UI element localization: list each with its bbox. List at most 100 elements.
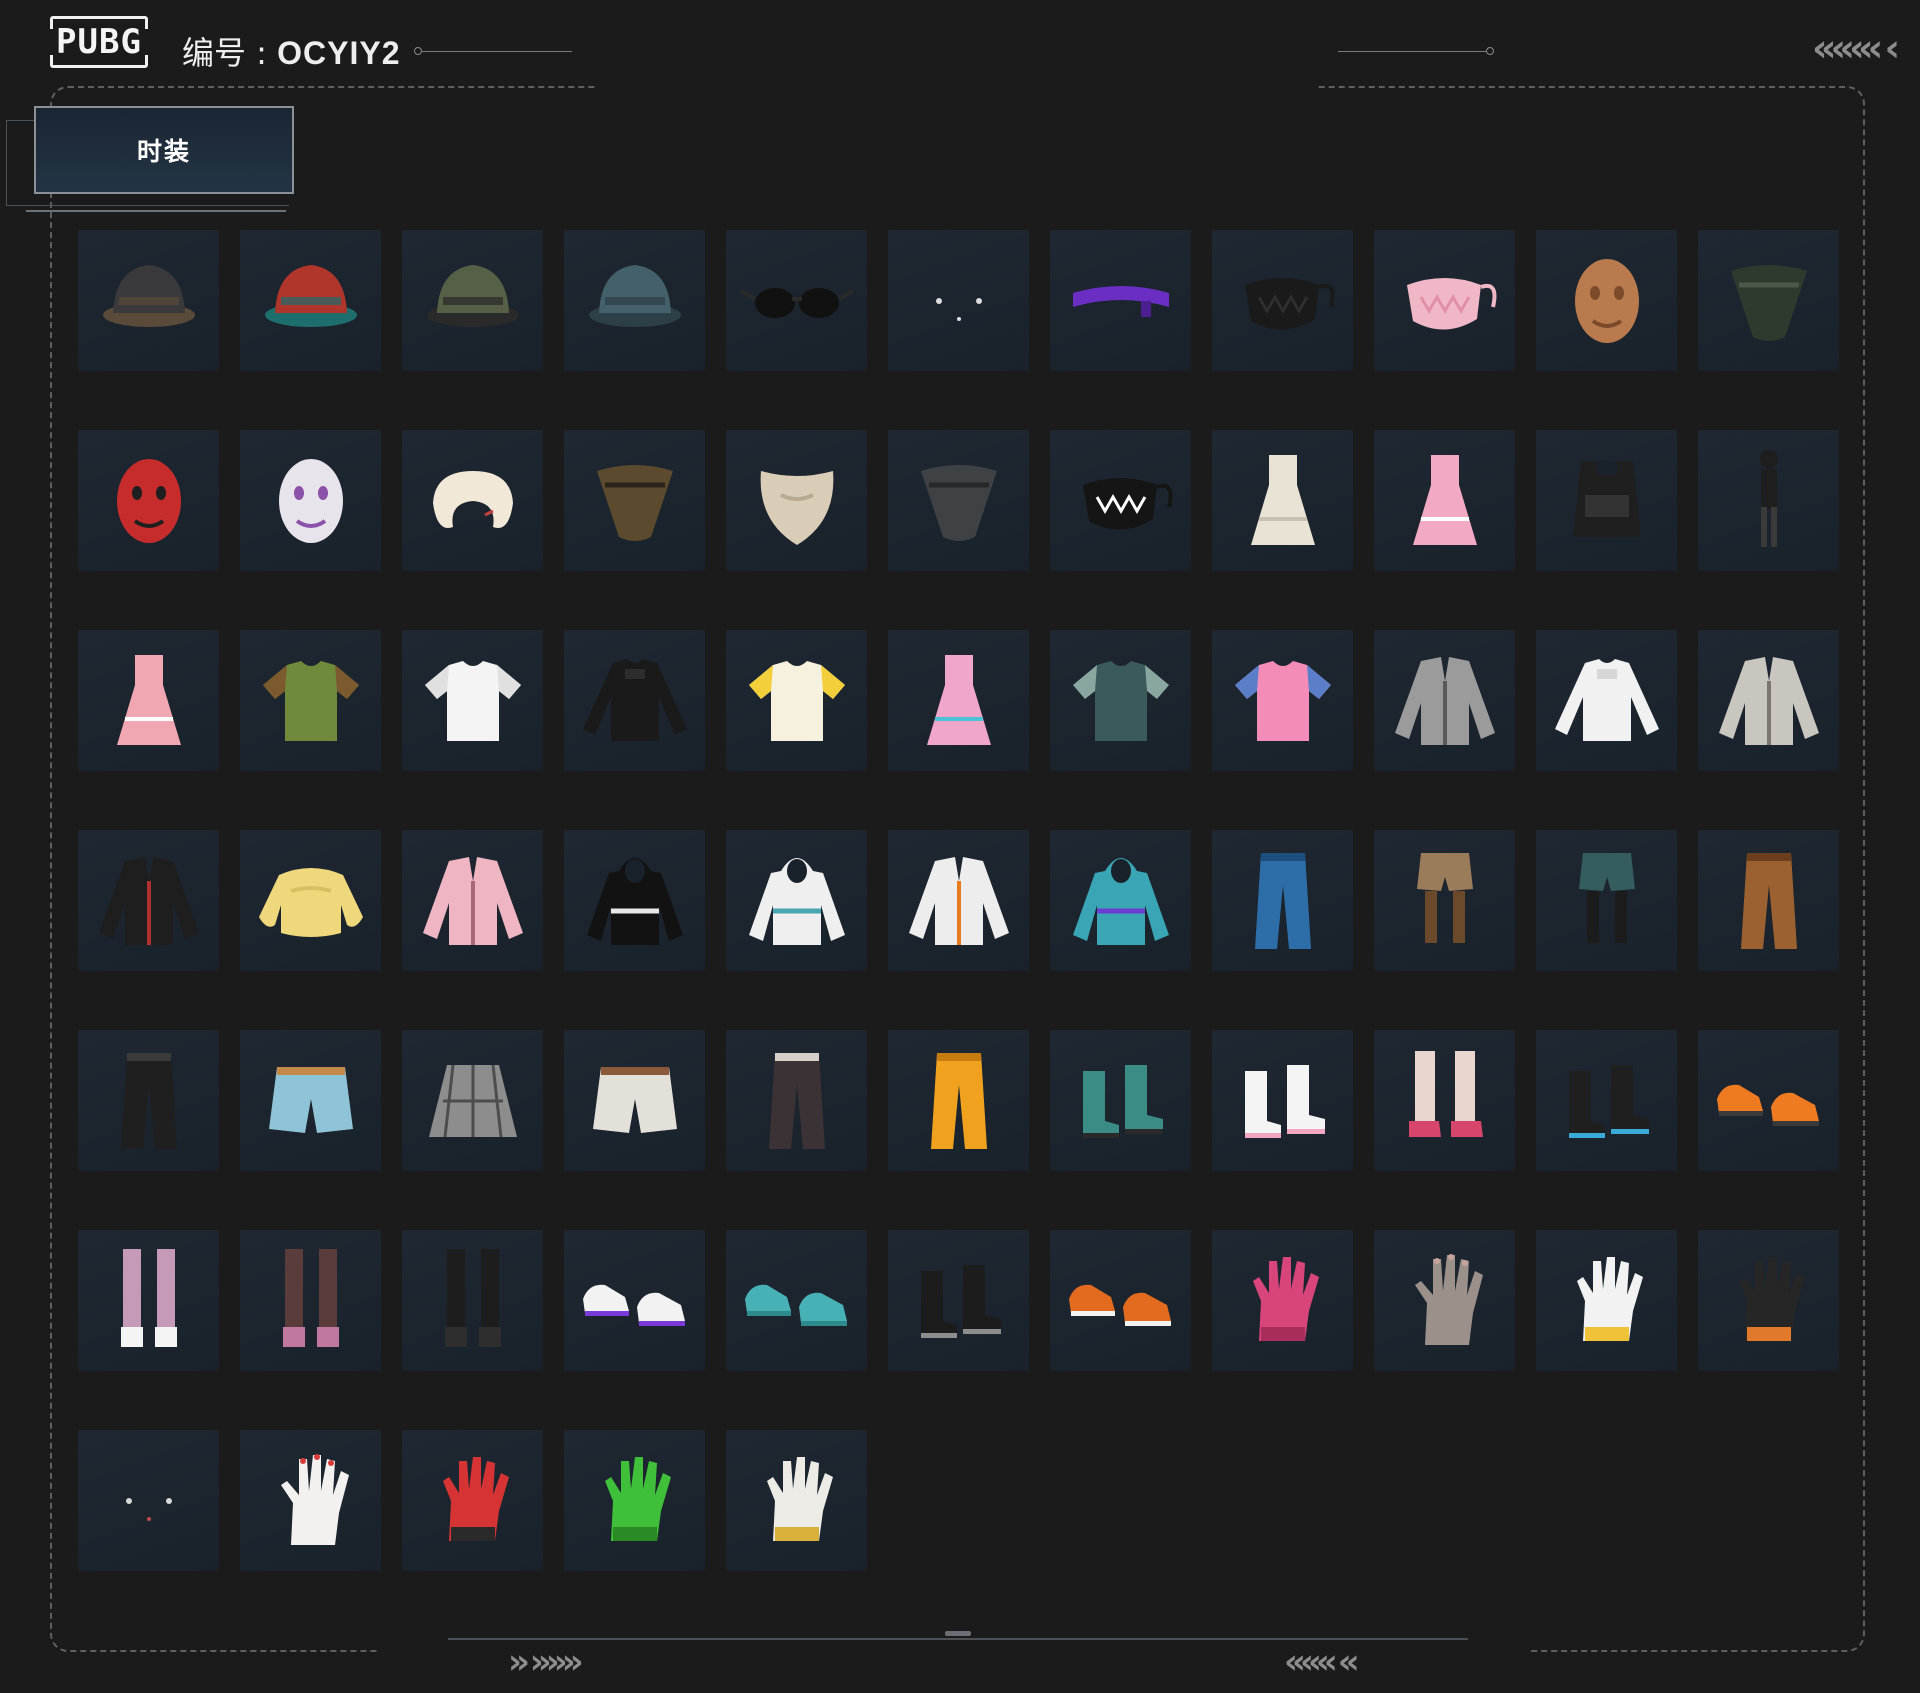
floral-hawaiian-shirt-icon [1061,641,1181,761]
red-fighter-gloves-icon [413,1441,533,1561]
item-slot-wooden-doll-mask[interactable] [1536,230,1677,371]
item-slot-black-face-mask[interactable] [1212,230,1353,371]
item-slot-pink-face-mask[interactable] [1374,230,1515,371]
item-slot-army-cap-headset[interactable] [402,230,543,371]
item-slot-brown-cargo-pants[interactable] [1698,830,1839,971]
red-witch-hat-green-hair-icon [251,241,371,361]
item-slot-silver-jacket-open[interactable] [1698,630,1839,771]
army-cap-headset-icon [413,241,533,361]
item-slot-nail-piercing-set[interactable] [78,1430,219,1571]
item-slot-khaki-shorts-boots[interactable] [1374,830,1515,971]
item-slot-black-sunglasses[interactable] [726,230,867,371]
serial-value: OCYIY2 [277,35,401,71]
item-slot-teal-combat-boots[interactable] [1050,1030,1191,1171]
item-slot-silver-bomber-jacket[interactable] [1374,630,1515,771]
item-slot-red-oni-mask[interactable] [78,430,219,571]
neck-pillow-icon [413,441,533,561]
item-slot-black-legwarmers-blue-shoes[interactable] [1536,1030,1677,1171]
item-slot-red-fighter-gloves[interactable] [402,1430,543,1571]
item-slot-camo-pants[interactable] [726,1030,867,1171]
item-slot-white-hand-red-nails[interactable] [240,1430,381,1571]
item-slot-teal-clogs[interactable] [726,1230,867,1371]
item-slot-white-orange-tech-jacket[interactable] [888,830,1029,971]
item-slot-white-cropped-sweater[interactable] [1536,630,1677,771]
item-slot-neck-pillow[interactable] [402,430,543,571]
tab-fashion[interactable]: 时装 [34,106,294,194]
fur-lined-black-boots-icon [899,1241,1019,1361]
white-crop-tee-icon [413,641,533,761]
black-legwarmers-blue-shoes-icon [1547,1041,1667,1161]
orange-sneakers-icon [1709,1041,1829,1161]
orange-high-tops-icon [1061,1241,1181,1361]
orange-jogger-pants-icon [899,1041,1019,1161]
white-orange-tech-jacket-icon [899,841,1019,961]
item-slot-black-checker-hoodie[interactable] [564,830,705,971]
item-slot-black-orange-gloves[interactable] [1698,1230,1839,1371]
item-slot-black-thigh-stockings[interactable] [402,1230,543,1371]
yellow-chick-raglan-tee-icon [737,641,857,761]
item-slot-teal-shorts-leggings[interactable] [1536,830,1677,971]
item-slot-orange-sneakers[interactable] [1698,1030,1839,1171]
item-slot-brown-stockings-pink-boots[interactable] [240,1230,381,1371]
item-slot-green-rubber-gloves[interactable] [564,1430,705,1571]
item-slot-black-lace-long-sleeve[interactable] [564,630,705,771]
item-slot-pink-stockings-white-boots[interactable] [78,1230,219,1371]
item-slot-tactical-vest[interactable] [1536,430,1677,571]
item-slot-light-blue-denim-shorts[interactable] [240,1030,381,1171]
item-slot-red-witch-hat-green-hair[interactable] [240,230,381,371]
bottom-right-arrows: ««« « [1284,1642,1360,1682]
item-slot-clown-goggles-mask[interactable] [240,430,381,571]
white-fake-beard-icon [737,441,857,561]
item-slot-white-gold-racing-gloves[interactable] [1536,1230,1677,1371]
item-slot-green-joker-vest-suit[interactable] [240,630,381,771]
item-slot-white-crop-tee[interactable] [402,630,543,771]
yellow-fluffy-sweater-icon [251,841,371,961]
item-slot-white-ruffle-dress[interactable] [1212,430,1353,571]
item-slot-pink-anime-tee[interactable] [1212,630,1353,771]
item-slot-shark-teeth-mask[interactable] [1050,430,1191,571]
serial-number: 编号 : OCYIY2 [182,28,401,74]
item-slot-earrings-studs[interactable] [888,230,1029,371]
item-slot-white-fake-beard[interactable] [726,430,867,571]
item-slot-pink-ruffle-blouse-dress[interactable] [78,630,219,771]
item-slot-plaid-pleated-skirt[interactable] [402,1030,543,1171]
item-slot-camo-bandana-mask[interactable] [1698,230,1839,371]
item-slot-black-bodysuit[interactable] [1698,430,1839,571]
item-slot-yellow-fluffy-sweater[interactable] [240,830,381,971]
bare-hand-nails-icon [1385,1241,1505,1361]
item-slot-fur-lined-black-boots[interactable] [888,1230,1029,1371]
logo-text: PUBG [56,22,142,62]
item-slot-orange-jogger-pants[interactable] [888,1030,1029,1171]
item-slot-floral-hawaiian-shirt[interactable] [1050,630,1191,771]
item-slot-leopard-scarf[interactable] [564,430,705,571]
item-slot-grey-face-scarf[interactable] [888,430,1029,571]
item-slot-blue-patched-jeans[interactable] [1212,830,1353,971]
item-slot-pink-mary-jane-shoes[interactable] [1374,1030,1515,1171]
item-slot-pink-fingerless-gloves[interactable] [1212,1230,1353,1371]
item-slot-white-work-gloves[interactable] [726,1430,867,1571]
item-slot-blue-purple-cat-hoodie[interactable] [1050,830,1191,971]
black-leather-jacket-icon [89,841,209,961]
scroll-indicator[interactable] [945,1631,971,1636]
item-slot-orange-high-tops[interactable] [1050,1230,1191,1371]
item-slot-white-purple-sneakers[interactable] [564,1230,705,1371]
light-blue-denim-shorts-icon [251,1041,371,1161]
item-slot-white-pink-boots[interactable] [1212,1030,1353,1171]
plaid-pleated-skirt-icon [413,1041,533,1161]
blue-purple-cat-hoodie-icon [1061,841,1181,961]
pink-face-mask-icon [1385,241,1505,361]
item-slot-bare-hand-nails[interactable] [1374,1230,1515,1371]
item-slot-pink-qipao-dress[interactable] [1374,430,1515,571]
item-slot-purple-headband[interactable] [1050,230,1191,371]
item-slot-black-helmet-dreadlocks[interactable] [78,230,219,371]
item-slot-black-studded-pants[interactable] [78,1030,219,1171]
item-slot-white-hoodie-jacket[interactable] [726,830,867,971]
item-slot-pink-fur-holo-dress[interactable] [888,630,1029,771]
white-cropped-sweater-icon [1547,641,1667,761]
black-studded-pants-icon [89,1041,209,1161]
item-slot-pink-graffiti-jacket[interactable] [402,830,543,971]
item-slot-bucket-hat-blue[interactable] [564,230,705,371]
item-slot-black-leather-jacket[interactable] [78,830,219,971]
item-slot-yellow-chick-raglan-tee[interactable] [726,630,867,771]
item-slot-white-denim-shorts[interactable] [564,1030,705,1171]
